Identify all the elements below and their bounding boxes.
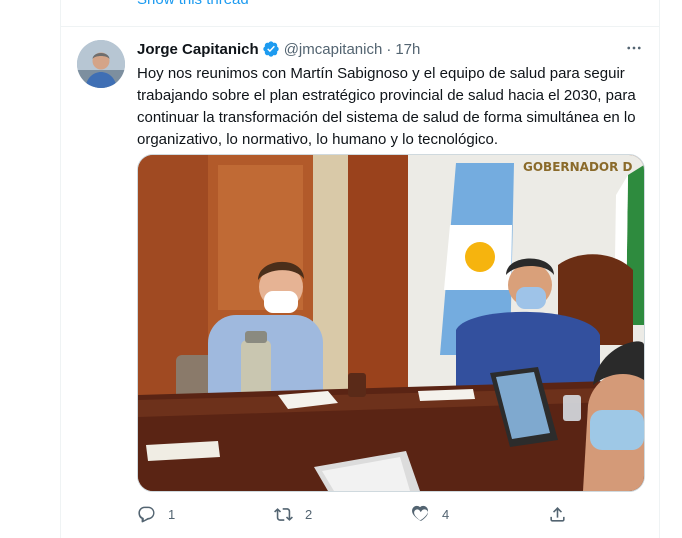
timeline-column: Show this thread Jorge Capitanich @jmcap… — [60, 0, 660, 538]
more-options-button[interactable] — [623, 37, 645, 59]
retweet-count: 2 — [305, 506, 313, 522]
verified-badge-icon — [263, 41, 279, 57]
like-button[interactable]: 4 — [411, 505, 449, 524]
author-name[interactable]: Jorge Capitanich — [137, 41, 259, 58]
separator: · — [386, 40, 392, 58]
previous-tweet[interactable]: Show this thread — [61, 0, 659, 27]
wall-sign-text: GOBERNADOR D — [523, 160, 633, 174]
tweet-actions: 1 2 4 — [137, 503, 567, 525]
show-thread-link[interactable]: Show this thread — [137, 0, 249, 8]
share-button[interactable] — [548, 505, 567, 524]
reply-icon — [138, 506, 155, 522]
share-icon — [550, 506, 565, 522]
heart-icon — [412, 505, 428, 521]
reply-count: 1 — [168, 506, 176, 522]
tweet-photo[interactable]: GOBERNADOR D — [137, 154, 645, 492]
author-handle[interactable]: @jmcapitanich — [284, 41, 383, 58]
retweet-button[interactable]: 2 — [274, 505, 312, 524]
more-options-icon — [627, 46, 641, 50]
like-count: 4 — [442, 506, 450, 522]
tweet[interactable]: Jorge Capitanich @jmcapitanich · 17h Hoy… — [61, 27, 659, 538]
timestamp[interactable]: 17h — [395, 41, 420, 58]
reply-button[interactable]: 1 — [137, 505, 175, 524]
tweet-header: Jorge Capitanich @jmcapitanich · 17h — [137, 39, 420, 59]
wall-sign: GOBERNADOR D — [523, 160, 633, 174]
tweet-text: Hoy nos reunimos con Martín Sabignoso y … — [137, 65, 636, 148]
retweet-icon — [274, 507, 293, 521]
avatar[interactable] — [77, 40, 125, 88]
